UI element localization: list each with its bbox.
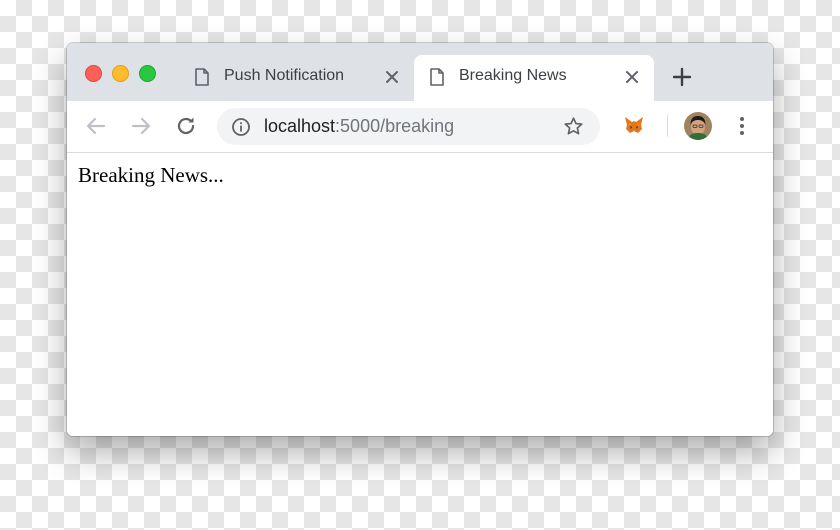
document-icon — [195, 68, 209, 86]
close-icon[interactable] — [624, 69, 640, 85]
address-bar[interactable]: localhost:5000/breaking — [217, 108, 600, 145]
page-text: Breaking News... — [78, 163, 224, 187]
url-host: localhost — [264, 116, 336, 136]
star-icon[interactable] — [563, 116, 584, 137]
avatar[interactable] — [684, 112, 712, 140]
metamask-fox-icon[interactable] — [623, 114, 645, 136]
more-vert-icon[interactable] — [732, 114, 752, 138]
forward-arrow-icon[interactable] — [129, 114, 153, 138]
page-content: Breaking News... — [67, 153, 773, 436]
url-path: :5000/breaking — [335, 116, 455, 136]
new-tab-button[interactable] — [672, 67, 692, 87]
document-icon — [430, 68, 444, 86]
close-icon[interactable] — [384, 69, 400, 85]
toolbar: localhost:5000/breaking — [67, 101, 773, 153]
url-text: localhost:5000/breaking — [264, 116, 454, 137]
back-arrow-icon[interactable] — [84, 114, 108, 138]
tab-title: Breaking News — [459, 67, 567, 84]
browser-window: Push Notification Breaking News localhos… — [67, 43, 773, 436]
tab-breaking-news[interactable]: Breaking News — [414, 55, 654, 101]
tab-title: Push Notification — [224, 67, 345, 84]
window-close-button[interactable] — [85, 65, 102, 82]
reload-icon[interactable] — [174, 114, 198, 138]
info-icon[interactable] — [231, 117, 251, 137]
tab-strip: Push Notification Breaking News — [67, 43, 773, 101]
window-minimize-button[interactable] — [112, 65, 129, 82]
toolbar-divider — [667, 115, 668, 137]
window-maximize-button[interactable] — [139, 65, 156, 82]
tab-push-notification[interactable]: Push Notification — [179, 55, 414, 101]
